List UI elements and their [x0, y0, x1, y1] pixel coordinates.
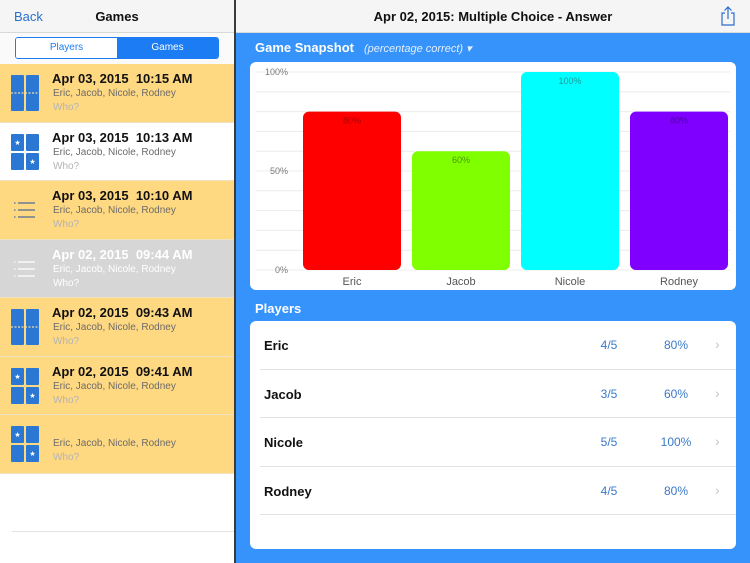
empty-list-row — [12, 474, 234, 532]
game-who-label: Who? — [53, 277, 80, 289]
game-date: Apr 02, 2015 09:44 AM — [52, 246, 193, 262]
game-list-item[interactable]: Apr 02, 2015 09:43 AM Eric, Jacob, Nicol… — [0, 298, 234, 357]
game-who-label: Who? — [53, 336, 80, 347]
player-percent: 60% — [663, 386, 689, 401]
player-score: 4/5 — [600, 338, 618, 352]
player-name: Rodney — [264, 483, 312, 499]
game-list-item[interactable]: Apr 03, 2015 10:10 AM Eric, Jacob, Nicol… — [0, 181, 234, 240]
timeline-icon — [11, 309, 39, 345]
bar-rodney — [630, 111, 728, 270]
games-list: Apr 03, 2015 10:15 AM Eric, Jacob, Nicol… — [0, 64, 234, 474]
bar-data-label: 100% — [558, 76, 581, 86]
game-who-label: Who? — [53, 160, 80, 172]
bar-data-label: 80% — [343, 116, 361, 126]
segment-games[interactable]: Games — [117, 38, 218, 58]
back-button[interactable]: Back — [14, 9, 43, 24]
share-icon — [721, 6, 735, 26]
left-navigation-bar: Back Games — [0, 0, 234, 33]
svg-text:★: ★ — [14, 373, 20, 381]
game-detail-pane: Apr 02, 2015: Multiple Choice - Answer G… — [236, 0, 750, 563]
player-name: Nicole — [264, 435, 304, 450]
game-date: Apr 03, 2015 10:10 AM — [52, 188, 193, 203]
game-who-label: Who? — [53, 394, 80, 406]
x-category-label: Nicole — [555, 276, 586, 288]
player-score: 5/5 — [600, 435, 618, 449]
bar-nicole — [521, 72, 619, 270]
star-grid-icon: ★ ★ — [11, 133, 39, 170]
chevron-right-icon: › — [715, 336, 720, 352]
segment-bar: Players Games — [0, 33, 234, 64]
player-row[interactable]: Eric 4/5 80% › — [260, 321, 736, 370]
player-row[interactable]: Jacob 3/5 60% › — [260, 370, 736, 418]
game-date: Apr 02, 2015 09:43 AM — [52, 305, 193, 320]
chevron-right-icon: › — [715, 433, 720, 449]
x-category-label: Jacob — [446, 276, 475, 288]
detail-title: Apr 02, 2015: Multiple Choice - Answer — [373, 9, 613, 24]
player-name: Eric — [264, 338, 289, 353]
game-date: Apr 02, 2015 09:41 AM — [52, 363, 193, 379]
player-percent: 100% — [660, 435, 692, 449]
star-grid-icon: ★ ★ — [11, 367, 39, 404]
x-category-label: Rodney — [660, 276, 698, 288]
game-who-label: Who? — [53, 452, 80, 463]
snapshot-mode-dropdown[interactable]: (percentage correct) ▾ — [364, 42, 472, 55]
timeline-icon — [11, 75, 39, 111]
players-games-segmented-control: Players Games — [15, 37, 219, 59]
bar-data-label: 60% — [452, 155, 470, 165]
chevron-right-icon: › — [715, 481, 720, 498]
game-list-item[interactable]: Apr 02, 2015 09:44 AM Eric, Jacob, Nicol… — [0, 239, 234, 298]
x-category-label: Eric — [343, 276, 362, 288]
snapshot-bar-chart: 0% 50% 100% 80% Eric 60% Jacob 100% Nicole 80% Rod… — [256, 67, 730, 288]
svg-text:★: ★ — [29, 158, 35, 166]
players-section-header: Players — [255, 301, 302, 316]
y-tick-label: 100% — [265, 67, 288, 77]
game-list-item[interactable]: Apr 03, 2015 10:15 AM Eric, Jacob, Nicol… — [0, 64, 234, 123]
players-table: Eric 4/5 80% › Jacob 3/5 60% › Nicole 5/… — [250, 321, 736, 549]
chevron-right-icon: › — [715, 384, 720, 401]
game-date: Apr 03, 2015 10:13 AM — [52, 129, 193, 145]
share-button[interactable] — [720, 6, 736, 26]
game-players: Eric, Jacob, Nicole, Rodney — [53, 205, 176, 216]
snapshot-chart-card: 0% 50% 100% 80% Eric 60% Jacob 100% Nicole 80% Rod… — [250, 62, 736, 290]
detail-navigation-bar: Apr 02, 2015: Multiple Choice - Answer — [236, 0, 750, 33]
game-snapshot-header: Game Snapshot — [255, 40, 354, 55]
player-percent: 80% — [663, 338, 689, 352]
list-icon — [11, 192, 39, 228]
player-score: 4/5 — [600, 483, 618, 498]
game-players: Eric, Jacob, Nicole, Rodney — [53, 438, 176, 449]
segment-players[interactable]: Players — [16, 38, 117, 58]
svg-text:★: ★ — [29, 392, 35, 400]
game-who-label: Who? — [53, 102, 80, 113]
player-percent: 80% — [663, 483, 689, 498]
game-list-item[interactable]: ★ ★ Apr 03, 2015 10:13 AM Eric, Jacob, N… — [0, 122, 234, 181]
game-players: Eric, Jacob, Nicole, Rodney — [53, 322, 176, 333]
y-tick-label: 50% — [270, 166, 288, 176]
game-list-item[interactable]: ★ ★ Apr 02, 2015 09:41 AM Eric, Jacob, N… — [0, 356, 234, 415]
svg-text:★: ★ — [14, 139, 20, 147]
star-grid-icon: ★ ★ — [11, 426, 39, 462]
game-players: Eric, Jacob, Nicole, Rodney — [53, 380, 176, 392]
y-tick-label: 0% — [275, 265, 288, 275]
game-players: Eric, Jacob, Nicole, Rodney — [53, 263, 176, 275]
player-name: Jacob — [264, 386, 302, 402]
svg-text:★: ★ — [14, 431, 20, 439]
svg-text:★: ★ — [29, 450, 35, 458]
game-date: Apr 03, 2015 10:15 AM — [52, 71, 193, 86]
game-list-item[interactable]: ★ ★ Eric, Jacob, Nicole, Rodney Who? — [0, 415, 234, 474]
list-icon — [11, 251, 39, 287]
game-players: Eric, Jacob, Nicole, Rodney — [53, 146, 176, 158]
player-row[interactable]: Rodney 4/5 80% › — [260, 467, 736, 515]
bar-eric — [303, 111, 401, 270]
game-who-label: Who? — [53, 219, 80, 230]
game-players: Eric, Jacob, Nicole, Rodney — [53, 88, 176, 99]
bar-data-label: 80% — [670, 116, 688, 126]
player-row[interactable]: Nicole 5/5 100% › — [260, 418, 736, 467]
games-master-pane: Back Games Players Games Apr 03, 2015 10… — [0, 0, 234, 563]
player-score: 3/5 — [600, 386, 618, 401]
bar-jacob — [412, 151, 510, 270]
